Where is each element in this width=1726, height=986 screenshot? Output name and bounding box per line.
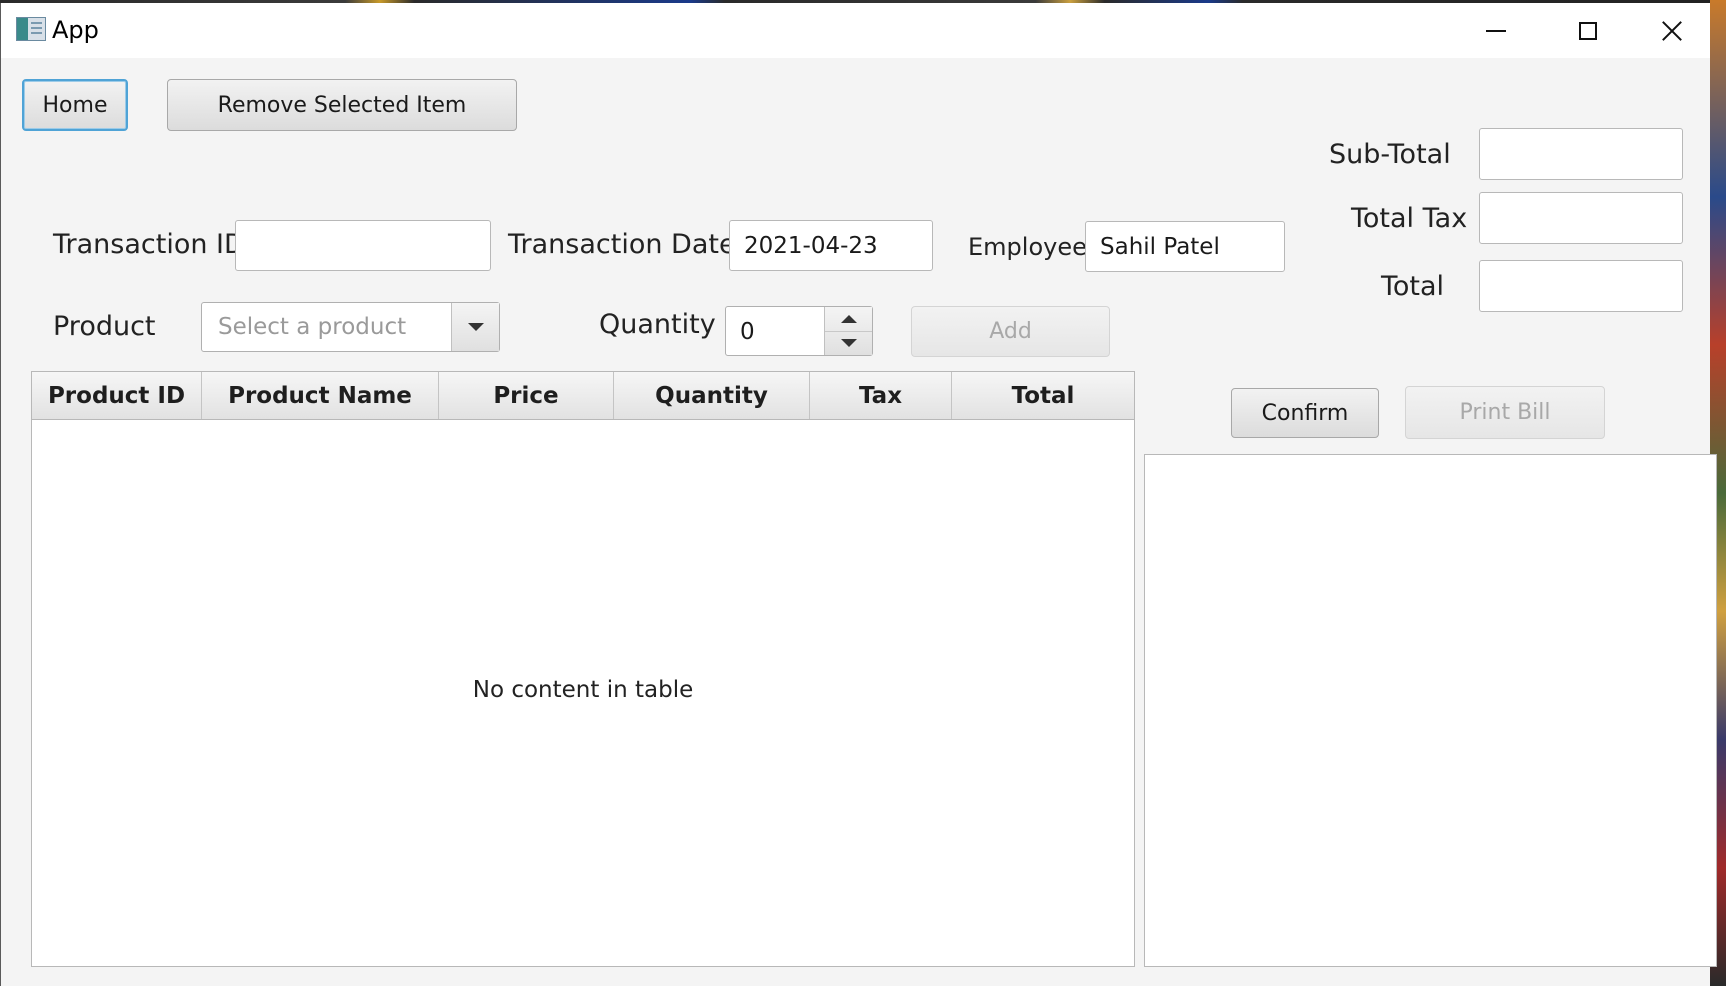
column-header-price[interactable]: Price [439, 372, 614, 419]
column-header-product-name[interactable]: Product Name [202, 372, 439, 419]
title-bar[interactable]: App [1, 3, 1710, 58]
quantity-value[interactable]: 0 [740, 319, 755, 345]
maximize-button[interactable] [1542, 3, 1634, 58]
total-label: Total [1381, 271, 1445, 302]
quantity-stepper-buttons [824, 307, 872, 355]
arrow-up-icon [840, 315, 857, 323]
column-header-tax[interactable]: Tax [810, 372, 952, 419]
items-table[interactable]: Product ID Product Name Price Quantity T… [31, 371, 1135, 967]
home-button[interactable]: Home [22, 79, 128, 131]
total-field[interactable] [1479, 260, 1683, 312]
increment-button[interactable] [825, 307, 872, 332]
subtotal-label: Sub-Total [1329, 139, 1451, 170]
subtotal-field[interactable] [1479, 128, 1683, 180]
close-icon [1661, 20, 1683, 42]
transaction-id-label: Transaction ID [53, 229, 245, 260]
transaction-date-field[interactable]: 2021-04-23 [729, 220, 933, 271]
remove-selected-item-button[interactable]: Remove Selected Item [167, 79, 517, 131]
product-select[interactable]: Select a product [201, 302, 500, 352]
app-window: App Home Remove Selected Item Transactio… [0, 3, 1717, 986]
quantity-stepper[interactable]: 0 [725, 306, 873, 356]
decrement-button[interactable] [825, 331, 872, 355]
minimize-button[interactable] [1450, 3, 1542, 58]
column-header-product-id[interactable]: Product ID [32, 372, 202, 419]
total-tax-label: Total Tax [1351, 203, 1468, 234]
employee-field[interactable]: Sahil Patel [1085, 221, 1285, 272]
confirm-button[interactable]: Confirm [1231, 388, 1379, 438]
quantity-label: Quantity [599, 309, 716, 340]
table-empty-message: No content in table [472, 677, 694, 703]
chevron-down-icon [467, 323, 484, 331]
arrow-down-icon [840, 339, 857, 347]
transaction-date-label: Transaction Date [508, 229, 736, 260]
print-bill-button[interactable]: Print Bill [1405, 386, 1605, 439]
product-select-placeholder: Select a product [218, 314, 407, 340]
employee-label: Employee [968, 233, 1087, 261]
maximize-icon [1579, 21, 1597, 40]
product-dropdown-button[interactable] [451, 303, 499, 351]
column-header-quantity[interactable]: Quantity [614, 372, 810, 419]
table-header: Product ID Product Name Price Quantity T… [32, 372, 1134, 420]
close-button[interactable] [1634, 3, 1710, 58]
bill-preview-area[interactable] [1144, 454, 1717, 967]
total-tax-field[interactable] [1479, 192, 1683, 244]
product-label: Product [53, 311, 156, 342]
window-title: App [52, 16, 99, 44]
transaction-id-field[interactable] [235, 220, 491, 271]
minimize-icon [1486, 29, 1506, 32]
app-window-icon [16, 17, 46, 41]
add-button[interactable]: Add [911, 306, 1110, 357]
column-header-total[interactable]: Total [952, 372, 1134, 419]
